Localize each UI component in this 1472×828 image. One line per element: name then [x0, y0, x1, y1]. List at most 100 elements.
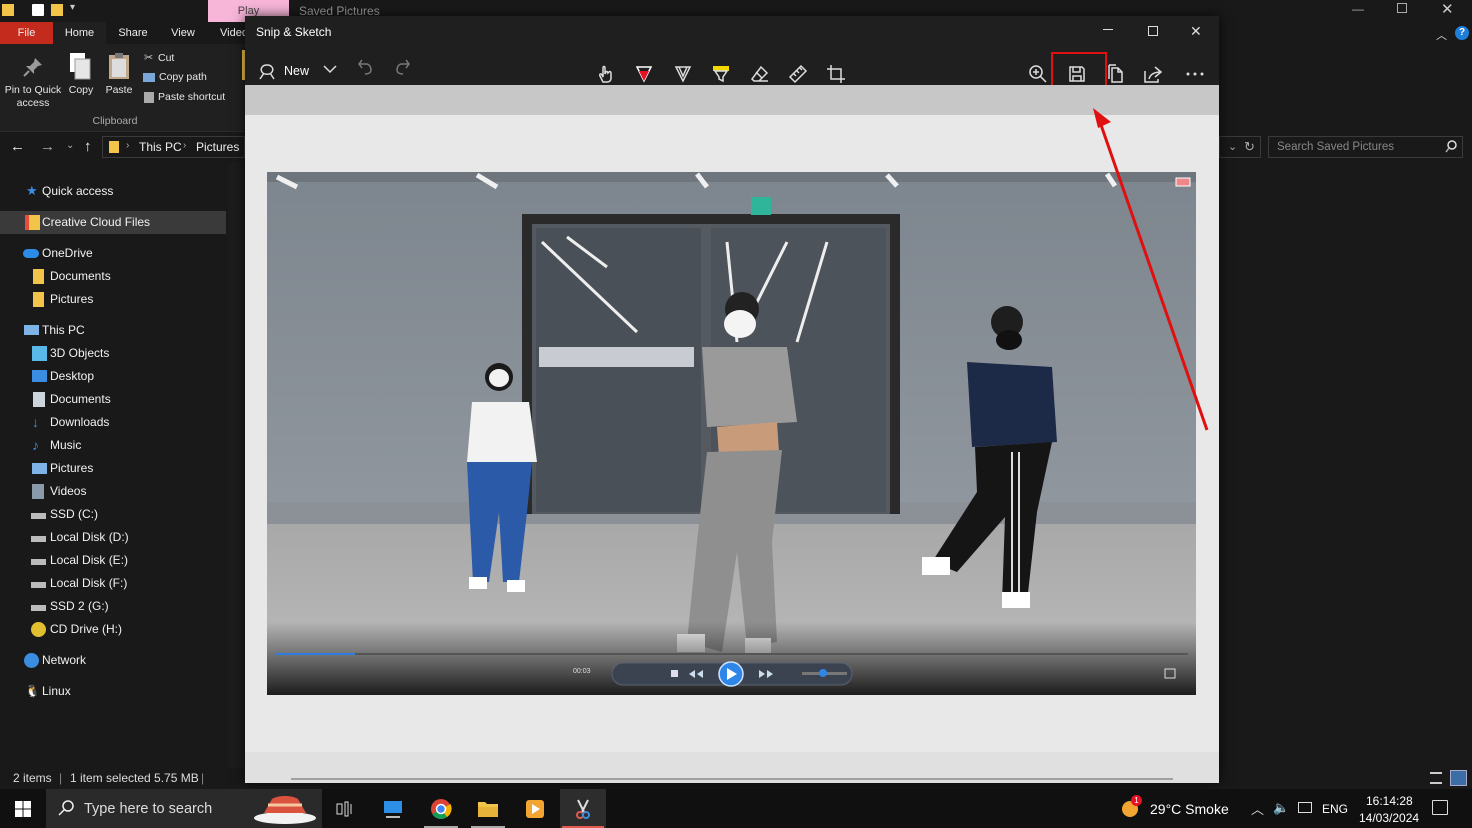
taskbar-app-remote-desktop[interactable]	[370, 789, 416, 828]
nav-label: Documents	[50, 269, 111, 283]
nav-label: Local Disk (F:)	[50, 576, 128, 590]
forward-icon[interactable]: →	[40, 138, 55, 155]
task-view-icon	[336, 801, 352, 816]
clock-time[interactable]: 16:14:28	[1366, 794, 1413, 808]
taskbar-app-chrome[interactable]	[418, 789, 464, 828]
nav-documents[interactable]: Documents	[0, 388, 226, 411]
new-snip-button[interactable]: New	[255, 57, 325, 87]
ribbon-collapse-icon[interactable]: ︿	[1436, 27, 1447, 43]
volume-icon[interactable]: 🔈	[1273, 800, 1289, 816]
breadcrumb-this-pc[interactable]: This PC	[139, 140, 182, 154]
explorer-search-input[interactable]: Search Saved Pictures	[1277, 141, 1394, 153]
explorer-close-button[interactable]: ✕	[1441, 0, 1454, 18]
nav-desktop[interactable]: Desktop	[0, 365, 226, 388]
nav-this-pc[interactable]: This PC	[0, 319, 226, 342]
help-icon[interactable]: ?	[1455, 26, 1469, 40]
redo-icon[interactable]	[395, 58, 411, 76]
annotation-arrow	[1093, 108, 1209, 431]
cloud-icon	[23, 249, 39, 258]
network-icon[interactable]	[1298, 802, 1312, 813]
snip-minimize-button[interactable]	[1103, 29, 1113, 30]
undo-icon[interactable]	[357, 58, 373, 76]
nav-disk-f[interactable]: Local Disk (F:)	[0, 572, 226, 595]
qat-dropdown-icon[interactable]: ▾	[70, 2, 75, 13]
recent-locations-icon[interactable]: ⌄	[66, 140, 74, 151]
nav-onedrive-pictures[interactable]: Pictures	[0, 288, 226, 311]
nav-onedrive[interactable]: OneDrive	[0, 242, 226, 265]
search-icon	[58, 800, 74, 816]
start-button[interactable]	[0, 789, 46, 828]
linux-icon: 🐧	[25, 684, 40, 698]
clipboard-group-label: Clipboard	[92, 115, 138, 127]
paste-shortcut-icon	[144, 92, 154, 103]
explorer-search-box[interactable]: Search Saved Pictures	[1268, 136, 1463, 158]
weather-badge: 1	[1131, 795, 1142, 806]
nav-onedrive-documents[interactable]: Documents	[0, 265, 226, 288]
tab-share[interactable]: Share	[108, 22, 158, 44]
notification-center-icon[interactable]	[1432, 800, 1448, 815]
explorer-minimize-button[interactable]: —	[1352, 2, 1364, 16]
nav-quick-access[interactable]: ★ Quick access	[0, 180, 226, 203]
new-snip-icon	[258, 63, 276, 81]
nav-3d-objects[interactable]: 3D Objects	[0, 342, 226, 365]
canvas-horizontal-scrollbar[interactable]	[245, 752, 1219, 783]
nav-label: Quick access	[42, 184, 114, 198]
weather-widget-icon[interactable]: 1	[1120, 795, 1142, 819]
tab-file[interactable]: File	[0, 22, 53, 44]
nav-music[interactable]: ♪ Music	[0, 434, 226, 457]
show-hidden-icons-icon[interactable]: ︿	[1251, 799, 1264, 818]
drive-icon	[31, 559, 46, 565]
nav-linux[interactable]: 🐧 Linux	[0, 680, 226, 703]
copy-button[interactable]: Copy	[64, 84, 98, 97]
ballpoint-pen-icon	[635, 66, 653, 83]
nav-label: Desktop	[50, 369, 95, 383]
taskbar-app-file-explorer[interactable]	[465, 789, 511, 828]
nav-videos[interactable]: Videos	[0, 480, 226, 503]
address-bar[interactable]: › This PC › Pictures	[102, 136, 245, 158]
paste-shortcut-button[interactable]: Paste shortcut	[158, 91, 225, 104]
large-icons-view-icon[interactable]	[1450, 770, 1467, 786]
task-view-button[interactable]	[322, 789, 368, 828]
nav-ssd2-g[interactable]: SSD 2 (G:)	[0, 595, 226, 618]
cut-button[interactable]: Cut	[158, 52, 174, 65]
canvas-top-band	[245, 85, 1219, 115]
taskbar-app-media-player[interactable]	[512, 789, 558, 828]
address-dropdown-icon[interactable]: ⌄	[1228, 140, 1237, 153]
new-folder-icon[interactable]	[51, 4, 63, 16]
clock-date[interactable]: 14/03/2024	[1359, 811, 1419, 825]
nav-disk-e[interactable]: Local Disk (E:)	[0, 549, 226, 572]
breadcrumb-pictures[interactable]: Pictures	[196, 140, 239, 154]
nav-ssd-c[interactable]: SSD (C:)	[0, 503, 226, 526]
weather-text[interactable]: 29°C Smoke	[1150, 801, 1229, 817]
nav-disk-d[interactable]: Local Disk (D:)	[0, 526, 226, 549]
taskbar-search-input[interactable]: Type here to search	[84, 801, 212, 817]
back-icon[interactable]: ←	[10, 138, 25, 155]
taskbar-app-snip-sketch[interactable]	[560, 789, 606, 828]
nav-label: Downloads	[50, 415, 110, 429]
nav-network[interactable]: Network	[0, 649, 226, 672]
nav-scrollbar[interactable]	[228, 162, 244, 768]
pin-to-quick-access-button[interactable]: Pin to Quick access	[2, 84, 64, 110]
nav-cd-h[interactable]: CD Drive (H:)	[0, 618, 226, 641]
navigation-pane: ★ Quick access Creative Cloud Files OneDr…	[0, 168, 228, 768]
new-snip-dropdown-icon[interactable]	[323, 65, 337, 74]
taskbar-search-box[interactable]: Type here to search	[46, 789, 322, 828]
creative-cloud-icon	[25, 215, 40, 230]
tab-view[interactable]: View	[160, 22, 206, 44]
scroll-thumb[interactable]	[291, 778, 1173, 780]
nav-downloads[interactable]: ↓ Downloads	[0, 411, 226, 434]
language-indicator[interactable]: ENG	[1322, 802, 1348, 816]
copy-path-button[interactable]: Copy path	[159, 71, 207, 84]
tab-home[interactable]: Home	[53, 22, 106, 44]
nav-creative-cloud[interactable]: Creative Cloud Files	[0, 211, 226, 234]
nav-pictures[interactable]: Pictures	[0, 457, 226, 480]
properties-icon[interactable]	[32, 4, 44, 16]
paste-button[interactable]: Paste	[103, 84, 135, 97]
address-bar-end[interactable]: ⌄ ↻	[1219, 136, 1261, 158]
up-icon[interactable]: ↑	[84, 138, 92, 155]
refresh-icon[interactable]: ↻	[1244, 139, 1255, 155]
snip-close-button[interactable]: ✕	[1190, 23, 1202, 40]
explorer-restore-button[interactable]	[1397, 3, 1407, 13]
snip-maximize-button[interactable]	[1148, 26, 1158, 36]
details-view-icon[interactable]	[1430, 772, 1442, 784]
